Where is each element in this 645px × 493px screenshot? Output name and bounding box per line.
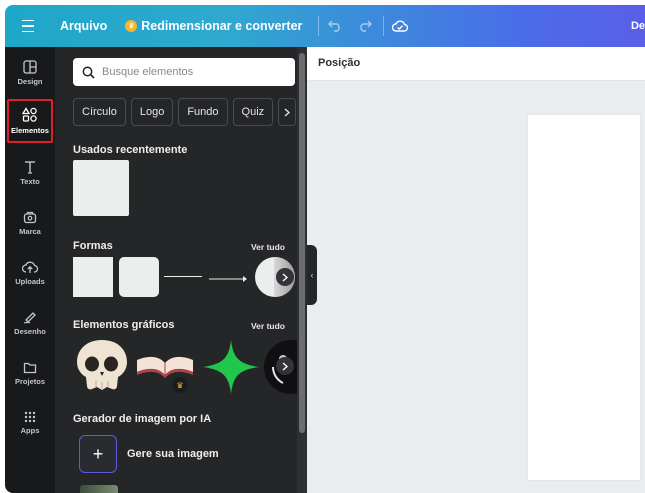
- ai-image-thumbnail[interactable]: [80, 485, 118, 493]
- premium-crown-badge: ♛: [172, 377, 188, 393]
- chips-next-button[interactable]: [278, 98, 297, 126]
- redo-icon[interactable]: [351, 12, 379, 40]
- shape-arrow[interactable]: [209, 271, 249, 282]
- chip-quiz[interactable]: Quiz: [232, 98, 274, 126]
- shape-rounded-square[interactable]: [119, 257, 159, 297]
- chip-circulo[interactable]: Círculo: [73, 98, 126, 126]
- graphics-next-button[interactable]: [276, 357, 294, 375]
- design-page[interactable]: [528, 115, 640, 480]
- search-icon: [82, 66, 95, 79]
- shapes-icon: [22, 107, 37, 122]
- panel-scrollbar-thumb[interactable]: [299, 53, 305, 433]
- undo-icon[interactable]: [321, 12, 349, 40]
- chevron-left-icon: ‹: [310, 270, 314, 280]
- toolbar-divider: [383, 16, 385, 36]
- plus-icon: +: [92, 443, 104, 464]
- position-button[interactable]: Posição: [318, 57, 360, 69]
- search-input[interactable]: [102, 66, 272, 78]
- sparkle-star-graphic[interactable]: [202, 339, 260, 395]
- top-bar: Arquivo ♛ Redimensionar e converter De: [5, 5, 645, 47]
- generate-image-label[interactable]: Gere sua imagem: [127, 448, 219, 460]
- shapes-see-all-link[interactable]: Ver tudo: [251, 242, 285, 252]
- collapse-panel-button[interactable]: ‹: [307, 245, 317, 305]
- pen-icon: [23, 312, 36, 324]
- rail-label: Apps: [20, 426, 40, 435]
- resize-button[interactable]: ♛ Redimensionar e converter: [125, 19, 302, 33]
- generate-image-button[interactable]: +: [79, 435, 117, 473]
- search-box[interactable]: [73, 58, 295, 86]
- brand-icon: [23, 211, 37, 224]
- shapes-section-title: Formas: [73, 240, 113, 252]
- crown-icon: ♛: [176, 380, 184, 390]
- shape-square[interactable]: [73, 257, 113, 297]
- apps-grid-icon: [24, 411, 36, 423]
- chevron-right-icon: [282, 272, 288, 282]
- rail-item-uploads[interactable]: Uploads: [5, 251, 55, 295]
- skull-graphic[interactable]: [73, 337, 131, 393]
- graphics-section-title: Elementos gráficos: [73, 319, 175, 331]
- rail-label: Design: [17, 77, 43, 86]
- elements-panel: Círculo Logo Fundo Quiz Usados recenteme…: [55, 47, 307, 493]
- rail-item-desenho[interactable]: Desenho: [5, 301, 55, 345]
- menu-icon[interactable]: [5, 5, 51, 47]
- folder-icon: [23, 362, 37, 373]
- chip-logo[interactable]: Logo: [130, 98, 174, 126]
- top-right-label[interactable]: De: [631, 5, 645, 47]
- shapes-next-button[interactable]: [276, 268, 294, 286]
- rail-item-marca[interactable]: Marca: [5, 201, 55, 245]
- recent-section-title: Usados recentemente: [73, 144, 188, 156]
- chevron-right-icon: [282, 361, 288, 371]
- rail-item-design[interactable]: Design: [5, 51, 55, 95]
- rail-label: Marca: [19, 227, 41, 236]
- shape-line[interactable]: [164, 276, 202, 277]
- editor-toolbar: Posição: [307, 47, 645, 81]
- toolbar-divider: [318, 16, 320, 36]
- rail-item-texto[interactable]: Texto: [5, 151, 55, 195]
- chevron-right-icon: [284, 107, 291, 117]
- text-icon: [25, 161, 35, 174]
- resize-label: Redimensionar e converter: [141, 19, 303, 33]
- recent-square-element[interactable]: [73, 160, 129, 216]
- chip-fundo[interactable]: Fundo: [178, 98, 228, 126]
- rail-label: Uploads: [15, 277, 45, 286]
- file-menu[interactable]: Arquivo: [60, 19, 107, 33]
- rail-item-projetos[interactable]: Projetos: [5, 351, 55, 395]
- rail-item-apps[interactable]: Apps: [5, 401, 55, 445]
- filter-chips: Círculo Logo Fundo Quiz: [73, 98, 297, 126]
- graphics-see-all-link[interactable]: Ver tudo: [251, 321, 285, 331]
- cloud-check-icon[interactable]: [386, 12, 414, 40]
- rail-label: Projetos: [14, 376, 45, 386]
- rail-label: Texto: [20, 177, 40, 186]
- rail-item-elementos[interactable]: Elementos: [7, 99, 53, 143]
- upload-cloud-icon: [22, 261, 38, 273]
- rail-label: Desenho: [14, 327, 46, 336]
- ai-section-title: Gerador de imagem por IA: [73, 413, 212, 425]
- layout-icon: [23, 60, 37, 74]
- rail-label: Elementos: [11, 126, 49, 135]
- side-rail: Design Elementos Texto Marca Uploads Des…: [5, 47, 55, 493]
- crown-icon: ♛: [125, 20, 138, 32]
